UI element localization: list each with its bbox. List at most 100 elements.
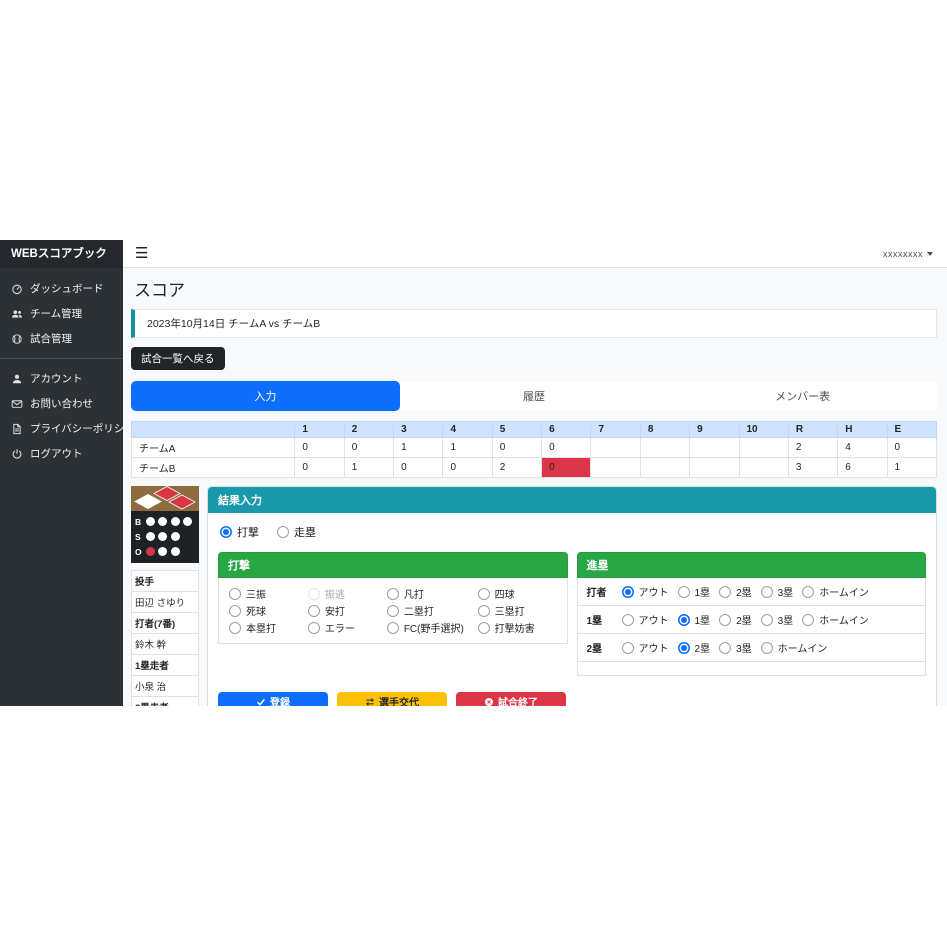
score-cell: [739, 438, 788, 458]
register-button[interactable]: 登録: [218, 692, 328, 706]
advance-option-label: 3塁: [778, 584, 794, 599]
count-dot: [171, 532, 180, 541]
mode-option[interactable]: 走塁: [277, 524, 316, 540]
batting-option[interactable]: 三振: [229, 586, 308, 601]
end-game-button[interactable]: 試合終了: [456, 692, 566, 706]
batting-option[interactable]: 死球: [229, 603, 308, 618]
batting-option[interactable]: 三塁打: [478, 603, 557, 618]
radio-icon: [622, 614, 634, 626]
score-cell: [591, 458, 640, 478]
score-row: チームA001100240: [132, 438, 937, 458]
score-col-header: 8: [640, 422, 689, 438]
advance-row-label: 1塁: [587, 612, 613, 627]
tab-入力[interactable]: 入力: [131, 381, 400, 411]
advance-option[interactable]: アウト: [622, 584, 669, 599]
advance-option[interactable]: 1塁: [678, 584, 711, 599]
advance-option[interactable]: アウト: [622, 640, 669, 655]
score-cell: 0: [542, 458, 591, 478]
substitute-button[interactable]: 選手交代: [337, 692, 447, 706]
advance-option[interactable]: アウト: [622, 612, 669, 627]
tab-履歴[interactable]: 履歴: [400, 381, 669, 411]
action-buttons-row: 登録 選手交代 試合終了: [218, 692, 568, 706]
score-cell: 0: [344, 438, 393, 458]
advance-option-label: 2塁: [736, 584, 752, 599]
advance-option[interactable]: 3塁: [761, 612, 794, 627]
mode-option-label: 打撃: [237, 524, 259, 540]
batting-option-label: 二塁打: [404, 603, 434, 618]
batting-option[interactable]: エラー: [308, 620, 387, 635]
advance-option-label: ホームイン: [819, 584, 869, 599]
advance-panel-header: 進塁: [577, 552, 927, 578]
advance-option-label: アウト: [639, 612, 669, 627]
batting-option[interactable]: 凡打: [387, 586, 478, 601]
sidebar-item-power[interactable]: ログアウト: [0, 441, 123, 466]
batting-option[interactable]: 打撃妨害: [478, 620, 557, 635]
tab-bar: 入力履歴メンバー表: [131, 381, 937, 411]
hamburger-icon[interactable]: ☰: [135, 246, 148, 261]
radio-icon: [387, 588, 399, 600]
sidebar-item-gauge[interactable]: ダッシュボード: [0, 276, 123, 301]
batting-option-label: 死球: [246, 603, 266, 618]
back-to-list-button[interactable]: 試合一覧へ戻る: [131, 347, 225, 370]
advance-option[interactable]: ホームイン: [802, 584, 869, 599]
user-dropdown[interactable]: xxxxxxxx: [883, 249, 933, 259]
sidebar-nav-top: ダッシュボードチーム管理試合管理: [0, 276, 123, 351]
score-table: 12345678910RHE チームA001100240チームB01002036…: [131, 421, 937, 478]
advance-option[interactable]: 3塁: [719, 640, 752, 655]
batting-option[interactable]: FC(野手選択): [387, 620, 478, 635]
player-value-row: 小泉 治: [132, 676, 199, 697]
advance-option-label: 3塁: [778, 612, 794, 627]
sidebar-item-label: 試合管理: [30, 331, 72, 346]
radio-icon: [478, 588, 490, 600]
mode-radio-group: 打撃 走塁: [220, 524, 926, 540]
player-name-cell: 田辺 さゆり: [132, 592, 199, 613]
batting-option[interactable]: 本塁打: [229, 620, 308, 635]
score-cell: 1: [887, 458, 936, 478]
sidebar-item-file[interactable]: プライバシーポリシー: [0, 416, 123, 441]
radio-icon: [220, 526, 232, 538]
advance-option[interactable]: ホームイン: [802, 612, 869, 627]
player-label-row: 投手: [132, 571, 199, 592]
advance-option[interactable]: ホームイン: [761, 640, 828, 655]
count-dot: [146, 517, 155, 526]
player-label-cell: 投手: [132, 571, 199, 592]
sidebar-item-baseball[interactable]: 試合管理: [0, 326, 123, 351]
batting-option[interactable]: 安打: [308, 603, 387, 618]
advance-option[interactable]: 3塁: [761, 584, 794, 599]
score-cell: [591, 438, 640, 458]
count-dot: [146, 532, 155, 541]
advance-option[interactable]: 2塁: [719, 584, 752, 599]
swap-icon: [365, 697, 375, 707]
sidebar-item-users[interactable]: チーム管理: [0, 301, 123, 326]
score-col-header: 9: [690, 422, 739, 438]
advance-row-label: 2塁: [587, 640, 613, 655]
gauge-icon: [11, 283, 23, 295]
sidebar-item-person[interactable]: アカウント: [0, 366, 123, 391]
score-cell: [640, 458, 689, 478]
players-table: 投手田辺 さゆり打者(7番)鈴木 幹1塁走者小泉 治2塁走者佐藤 聡太郎: [131, 570, 199, 706]
radio-icon: [678, 642, 690, 654]
batting-option[interactable]: 四球: [478, 586, 557, 601]
player-value-row: 田辺 さゆり: [132, 592, 199, 613]
advance-option[interactable]: 1塁: [678, 612, 711, 627]
player-name-cell: 鈴木 幹: [132, 634, 199, 655]
advance-option-label: アウト: [639, 584, 669, 599]
team-name-cell: チームA: [132, 438, 295, 458]
radio-icon: [719, 614, 731, 626]
ball-strike-out-panel: B S O: [131, 511, 199, 563]
radio-icon: [719, 642, 731, 654]
person-icon: [11, 373, 23, 385]
advance-option[interactable]: 2塁: [719, 612, 752, 627]
advance-option[interactable]: 2塁: [678, 640, 711, 655]
batting-option[interactable]: 二塁打: [387, 603, 478, 618]
radio-icon: [761, 642, 773, 654]
mode-option[interactable]: 打撃: [220, 524, 259, 540]
button-label: 選手交代: [379, 694, 419, 706]
score-col-header: 10: [739, 422, 788, 438]
batting-option: 振逃: [308, 586, 387, 601]
radio-icon: [761, 586, 773, 598]
sidebar-item-mail[interactable]: お問い合わせ: [0, 391, 123, 416]
score-cell: [640, 438, 689, 458]
player-value-row: 鈴木 幹: [132, 634, 199, 655]
tab-メンバー表[interactable]: メンバー表: [668, 381, 937, 411]
